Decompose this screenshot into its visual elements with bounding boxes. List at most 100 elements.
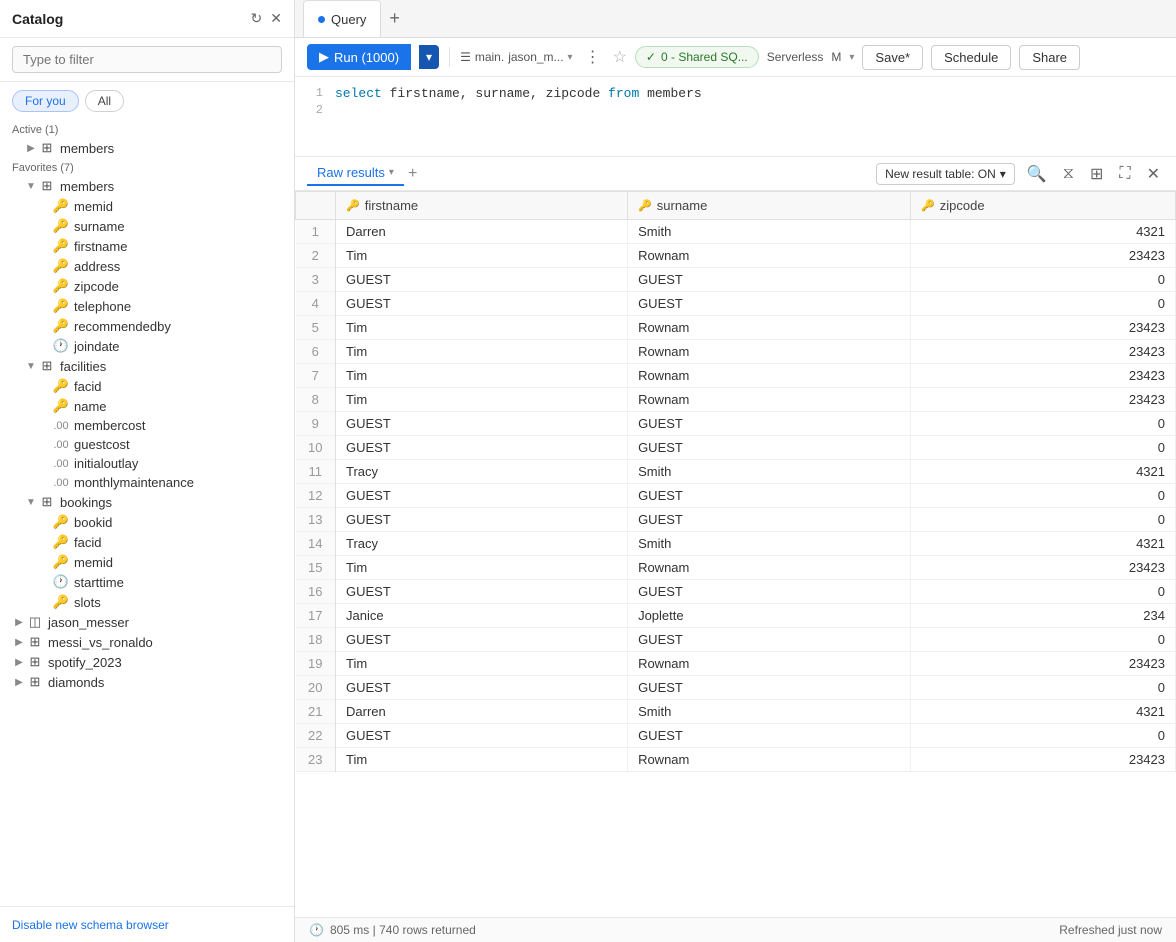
sidebar-item-members-fav[interactable]: ▼ ⊞ members xyxy=(0,176,294,196)
sidebar-item-guestcost[interactable]: .00 guestcost xyxy=(0,435,294,454)
table-row: 16GUESTGUEST0 xyxy=(296,580,1176,604)
sidebar-item-starttime[interactable]: 🕐 starttime xyxy=(0,572,294,592)
sidebar-item-address[interactable]: 🔑 address xyxy=(0,256,294,276)
sidebar-item-members-active[interactable]: ▶ ⊞ members xyxy=(0,138,294,158)
results-table: 🔑 firstname 🔑 surname xyxy=(295,191,1176,772)
results-panel: Raw results ▾ + New result table: ON ▾ 🔍… xyxy=(295,157,1176,942)
zipcode-cell: 23423 xyxy=(911,316,1176,340)
sql-editor[interactable]: 1 select firstname, surname, zipcode fro… xyxy=(295,77,1176,157)
columns-button[interactable]: ⊞ xyxy=(1086,162,1107,186)
tab-for-you[interactable]: For you xyxy=(12,90,79,112)
surname-cell: Smith xyxy=(628,532,911,556)
surname-cell: Rownam xyxy=(628,244,911,268)
sidebar-item-surname[interactable]: 🔑 surname xyxy=(0,216,294,236)
row-number: 2 xyxy=(296,244,336,268)
zipcode-cell: 23423 xyxy=(911,652,1176,676)
add-tab-button[interactable]: + xyxy=(383,6,406,31)
decimal-icon: .00 xyxy=(52,458,70,470)
compute-chevron-icon[interactable]: ▾ xyxy=(849,52,854,63)
search-input[interactable] xyxy=(12,46,282,73)
close-icon[interactable]: ✕ xyxy=(270,10,282,27)
sidebar-item-initialoutlay[interactable]: .00 initialoutlay xyxy=(0,454,294,473)
surname-cell: Smith xyxy=(628,220,911,244)
zipcode-cell: 0 xyxy=(911,436,1176,460)
filter-results-button[interactable]: ⧖ xyxy=(1059,163,1078,185)
disable-schema-browser-link[interactable]: Disable new schema browser xyxy=(12,918,169,932)
sidebar-item-diamonds[interactable]: ▶ ⊞ diamonds xyxy=(0,672,294,692)
run-dropdown-button[interactable]: ▾ xyxy=(419,45,439,69)
add-result-tab-button[interactable]: + xyxy=(408,165,417,183)
sidebar-item-label: firstname xyxy=(74,239,127,254)
raw-results-tab[interactable]: Raw results ▾ xyxy=(307,161,404,186)
firstname-cell: Tim xyxy=(336,748,628,772)
sidebar-item-facilities[interactable]: ▼ ⊞ facilities xyxy=(0,356,294,376)
save-button[interactable]: Save* xyxy=(862,45,923,70)
surname-cell: GUEST xyxy=(628,484,911,508)
sidebar-item-zipcode[interactable]: 🔑 zipcode xyxy=(0,276,294,296)
firstname-cell: Tim xyxy=(336,364,628,388)
star-button[interactable]: ☆ xyxy=(613,47,627,67)
results-right-controls: New result table: ON ▾ 🔍 ⧖ ⊞ ⛶ ✕ xyxy=(876,162,1164,186)
surname-cell: Rownam xyxy=(628,556,911,580)
table-row: 10GUESTGUEST0 xyxy=(296,436,1176,460)
surname-cell: GUEST xyxy=(628,268,911,292)
row-number: 11 xyxy=(296,460,336,484)
zipcode-cell: 0 xyxy=(911,484,1176,508)
sidebar-item-membercost[interactable]: .00 membercost xyxy=(0,416,294,435)
editor-line-1: 1 select firstname, surname, zipcode fro… xyxy=(295,85,1176,102)
surname-cell: Rownam xyxy=(628,340,911,364)
sidebar-item-firstname[interactable]: 🔑 firstname xyxy=(0,236,294,256)
clock-icon: 🕐 xyxy=(309,923,324,937)
compute-size: M xyxy=(831,50,841,64)
surname-cell: Joplette xyxy=(628,604,911,628)
table-row: 6TimRownam23423 xyxy=(296,340,1176,364)
zipcode-header[interactable]: 🔑 zipcode xyxy=(911,192,1176,220)
sidebar-item-recommendedby[interactable]: 🔑 recommendedby xyxy=(0,316,294,336)
toolbar-separator xyxy=(449,47,450,67)
zipcode-cell: 0 xyxy=(911,628,1176,652)
run-button[interactable]: ▶ Run (1000) xyxy=(307,44,411,70)
row-number-header xyxy=(296,192,336,220)
surname-header[interactable]: 🔑 surname xyxy=(628,192,911,220)
sidebar-item-monthlymaintenance[interactable]: .00 monthlymaintenance xyxy=(0,473,294,492)
sidebar-item-messi-vs-ronaldo[interactable]: ▶ ⊞ messi_vs_ronaldo xyxy=(0,632,294,652)
close-results-button[interactable]: ✕ xyxy=(1143,162,1164,186)
row-number: 5 xyxy=(296,316,336,340)
sidebar-item-jason-messer[interactable]: ▶ ◫ jason_messer xyxy=(0,612,294,632)
firstname-cell: GUEST xyxy=(336,628,628,652)
status-badge[interactable]: ✓ 0 - Shared SQ... xyxy=(635,46,759,68)
sidebar-item-bookid[interactable]: 🔑 bookid xyxy=(0,512,294,532)
sidebar-item-name[interactable]: 🔑 name xyxy=(0,396,294,416)
key-icon: 🔑 xyxy=(52,534,70,550)
database-selector[interactable]: ☰ main. jason_m... ▾ xyxy=(460,50,573,64)
more-options-button[interactable]: ⋮ xyxy=(581,45,605,69)
search-results-button[interactable]: 🔍 xyxy=(1023,162,1051,186)
query-tab[interactable]: Query xyxy=(303,0,381,37)
sidebar-item-facid2[interactable]: 🔑 facid xyxy=(0,532,294,552)
sidebar-item-facid[interactable]: 🔑 facid xyxy=(0,376,294,396)
expand-button[interactable]: ⛶ xyxy=(1115,163,1134,185)
sidebar-item-slots[interactable]: 🔑 slots xyxy=(0,592,294,612)
firstname-header[interactable]: 🔑 firstname xyxy=(336,192,628,220)
refresh-icon[interactable]: ↻ xyxy=(251,10,263,27)
table-row: 2TimRownam23423 xyxy=(296,244,1176,268)
share-button[interactable]: Share xyxy=(1019,45,1080,70)
sidebar-item-bookings[interactable]: ▼ ⊞ bookings xyxy=(0,492,294,512)
sidebar-bottom: Disable new schema browser xyxy=(0,906,294,942)
sidebar-item-joindate[interactable]: 🕐 joindate xyxy=(0,336,294,356)
chevron-down-icon: ▾ xyxy=(568,52,573,63)
clock-icon: 🕐 xyxy=(52,338,70,354)
chevron-right-icon: ▶ xyxy=(12,637,26,648)
col-label: zipcode xyxy=(940,198,985,213)
sidebar-item-memid[interactable]: 🔑 memid xyxy=(0,196,294,216)
new-result-table-select[interactable]: New result table: ON ▾ xyxy=(876,163,1015,185)
schedule-button[interactable]: Schedule xyxy=(931,45,1011,70)
sidebar-item-spotify-2023[interactable]: ▶ ⊞ spotify_2023 xyxy=(0,652,294,672)
sidebar-item-telephone[interactable]: 🔑 telephone xyxy=(0,296,294,316)
tab-all[interactable]: All xyxy=(85,90,124,112)
sidebar-item-memid2[interactable]: 🔑 memid xyxy=(0,552,294,572)
zipcode-cell: 23423 xyxy=(911,388,1176,412)
key-icon: 🔑 xyxy=(52,258,70,274)
sidebar-title: Catalog xyxy=(12,11,63,27)
key-icon: 🔑 xyxy=(52,278,70,294)
